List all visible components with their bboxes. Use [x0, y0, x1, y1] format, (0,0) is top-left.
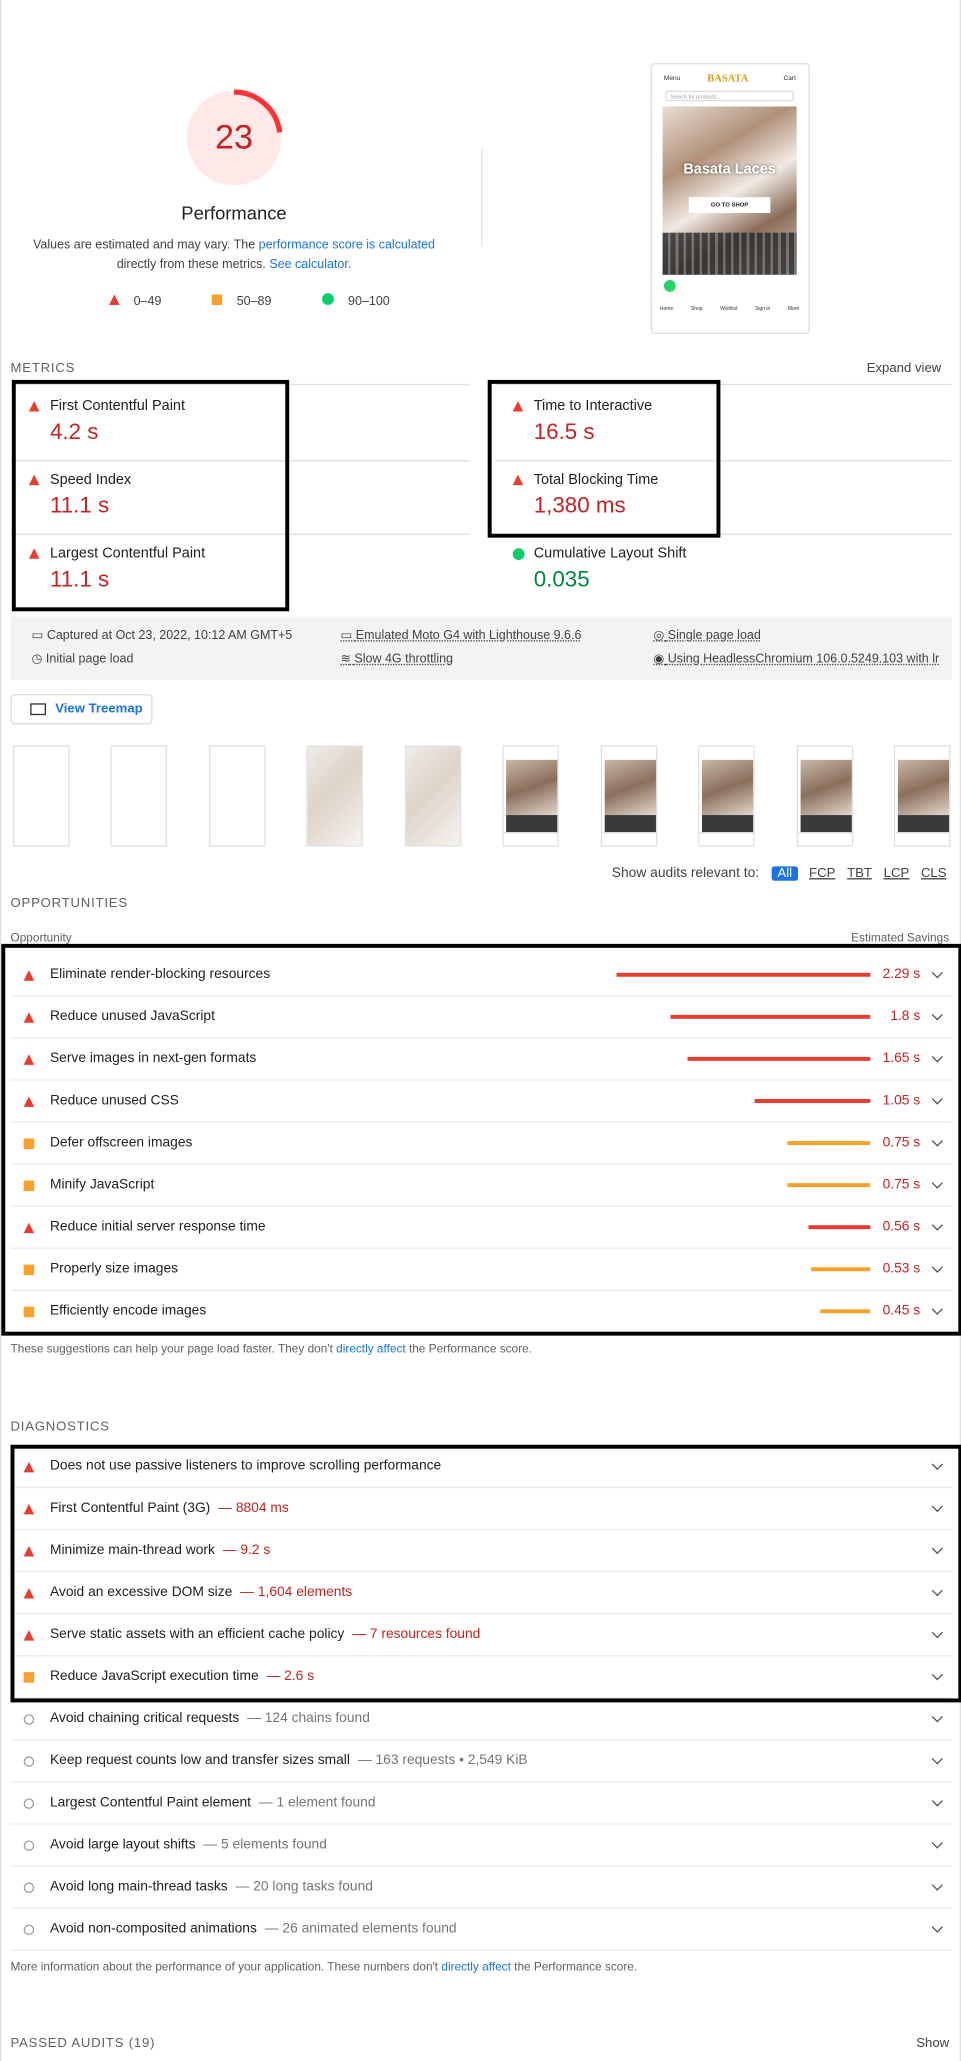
opportunities-footer: These suggestions can help your page loa…: [11, 1342, 532, 1355]
session-icon: ◎: [653, 628, 664, 642]
filmstrip-frame: [405, 745, 462, 846]
highlight-box: [12, 380, 289, 611]
filmstrip-frame: [601, 745, 658, 846]
see-calculator-link[interactable]: See calculator.: [269, 258, 351, 272]
diagnostics-footer: More information about the performance o…: [11, 1960, 638, 1973]
directly-affect-link[interactable]: directly affect: [336, 1342, 405, 1355]
diagnostic-title: Avoid long main-thread tasks: [50, 1879, 228, 1895]
device-icon: ▭: [340, 628, 352, 642]
preview-search: Search for products...: [665, 91, 794, 102]
diagnostic-row[interactable]: Avoid chaining critical requests — 124 ch…: [11, 1698, 952, 1740]
filmstrip-frame: [110, 745, 167, 846]
final-screenshot[interactable]: Menu BASATA Cart Search for products... …: [651, 63, 810, 334]
timer-icon: ◷: [32, 652, 43, 666]
chevron-down-icon[interactable]: [932, 1795, 943, 1806]
chevron-down-icon[interactable]: [932, 1753, 943, 1764]
highlight-box: [11, 1445, 961, 1703]
directly-affect-link[interactable]: directly affect: [441, 1960, 510, 1973]
filmstrip-frame: [13, 745, 70, 846]
diagnostic-detail: — 20 long tasks found: [236, 1879, 373, 1895]
diagnostic-row[interactable]: Largest Contentful Paint element — 1 elem…: [11, 1783, 952, 1825]
show-passed-button[interactable]: Show: [916, 2036, 949, 2050]
expand-view-toggle[interactable]: Expand view: [867, 362, 942, 376]
score-note: Values are estimated and may vary. The p…: [28, 235, 441, 274]
view-treemap-button[interactable]: View Treemap: [11, 694, 153, 724]
diagnostic-title: Avoid chaining critical requests: [50, 1710, 239, 1726]
diagnostic-detail: — 5 elements found: [203, 1836, 327, 1852]
average-square-icon: [212, 294, 223, 305]
divider: [481, 149, 482, 246]
audit-filter: Show audits relevant to: All FCP TBT LCP…: [612, 865, 947, 881]
diagnostic-row[interactable]: Avoid large layout shifts — 5 elements fo…: [11, 1825, 952, 1867]
filmstrip-frame: [306, 745, 363, 846]
score-legend: 0–49 50–89 90–100: [109, 293, 390, 309]
chevron-down-icon[interactable]: [932, 1711, 943, 1722]
calendar-icon: ▭: [32, 628, 44, 642]
filter-lcp[interactable]: LCP: [884, 866, 910, 880]
savings-column-header: Estimated Savings: [851, 931, 949, 944]
wifi-icon: ≋: [340, 652, 350, 666]
pass-circle-icon: [513, 548, 525, 560]
opportunities-title: OPPORTUNITIES: [11, 897, 128, 911]
info-circle-icon: [24, 1714, 35, 1725]
performance-score-link[interactable]: performance score is calculated: [259, 238, 435, 252]
diagnostic-title: Largest Contentful Paint element: [50, 1794, 251, 1810]
diagnostic-detail: — 1 element found: [259, 1794, 376, 1810]
diagnostic-row[interactable]: Avoid non-composited animations — 26 anim…: [11, 1909, 952, 1951]
passed-audits-title[interactable]: PASSED AUDITS (19): [11, 2036, 156, 2050]
preview-cart: Cart: [784, 75, 796, 83]
filter-all[interactable]: All: [772, 866, 797, 880]
info-circle-icon: [24, 1925, 35, 1936]
preview-lace: [663, 233, 797, 275]
chevron-down-icon[interactable]: [932, 1880, 943, 1891]
lighthouse-report: 23 Performance Values are estimated and …: [0, 0, 961, 2061]
diagnostic-title: Avoid large layout shifts: [50, 1836, 196, 1852]
highlight-box: [488, 380, 721, 538]
diagnostic-detail: — 124 chains found: [247, 1710, 370, 1726]
preview-cta: GO TO SHOP: [689, 197, 771, 213]
diagnostic-title: Avoid non-composited animations: [50, 1921, 257, 1937]
info-circle-icon: [24, 1756, 35, 1767]
diagnostic-row[interactable]: Keep request counts low and transfer siz…: [11, 1741, 952, 1783]
highlight-box: [1, 944, 961, 1336]
diagnostics-title: DIAGNOSTICS: [11, 1420, 110, 1434]
info-circle-icon: [24, 1798, 35, 1809]
runtime-settings: ▭ Captured at Oct 23, 2022, 10:12 AM GMT…: [11, 617, 952, 680]
whatsapp-icon: [664, 280, 676, 292]
metrics-title: METRICS: [11, 362, 76, 376]
chevron-down-icon[interactable]: [932, 1837, 943, 1848]
info-circle-icon: [24, 1840, 35, 1851]
filmstrip-frame: [797, 745, 854, 846]
filmstrip-frame: [502, 745, 559, 846]
preview-hero-title: Basata Laces: [663, 162, 797, 178]
opportunity-column-header: Opportunity: [11, 931, 72, 944]
filter-fcp[interactable]: FCP: [809, 866, 835, 880]
diagnostic-title: Keep request counts low and transfer siz…: [50, 1752, 350, 1768]
preview-menu: Menu: [664, 75, 680, 83]
preview-brand: BASATA: [707, 72, 748, 84]
chevron-down-icon[interactable]: [932, 1922, 943, 1933]
info-circle-icon: [24, 1883, 35, 1894]
gauge-label: Performance: [133, 202, 335, 223]
diagnostic-detail: — 163 requests • 2,549 KiB: [358, 1752, 528, 1768]
fail-triangle-icon: [109, 294, 120, 305]
performance-score: 23: [184, 117, 284, 158]
chrome-icon: ◉: [653, 652, 664, 666]
filmstrip-frame: [894, 745, 951, 846]
diagnostic-detail: — 26 animated elements found: [265, 1921, 457, 1937]
filmstrip-frame: [698, 745, 755, 846]
pass-circle-icon: [322, 293, 334, 305]
filter-cls[interactable]: CLS: [921, 866, 947, 880]
preview-bottom-nav: Home Shop Wishlist Sign in More: [660, 306, 799, 311]
treemap-icon: [30, 703, 46, 715]
filter-tbt[interactable]: TBT: [847, 866, 872, 880]
filmstrip-frame: [209, 745, 266, 846]
performance-gauge: 23: [184, 88, 284, 188]
diagnostic-row[interactable]: Avoid long main-thread tasks — 20 long ta…: [11, 1867, 952, 1909]
